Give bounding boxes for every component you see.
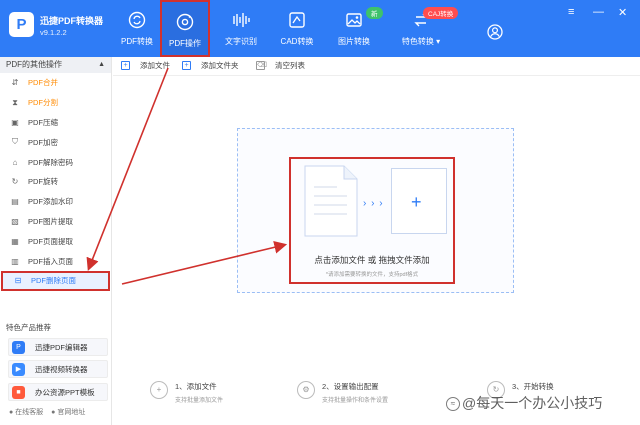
plus-icon: + xyxy=(411,192,422,212)
top-bar: P 迅捷PDF转换器 v9.1.2.2 PDF转换 PDF操作 文字识别 CAD… xyxy=(0,0,640,57)
nav-pdf-convert[interactable]: PDF转换 xyxy=(112,0,162,57)
sidebar-item-page-extract[interactable]: ▦ PDF页面提取 xyxy=(0,231,111,251)
compress-icon: ▣ xyxy=(11,117,19,127)
nav-label: PDF操作 xyxy=(169,39,201,48)
sidebar-item-insert-page[interactable]: ▥ PDF插入页面 xyxy=(0,251,111,271)
sidebar-item-image-extract[interactable]: ▧ PDF图片提取 xyxy=(0,212,111,232)
watermark: ≈ @每天一个办公小技巧 xyxy=(446,393,602,413)
menu-icon[interactable]: ≡ xyxy=(568,6,574,18)
app-version: v9.1.2.2 xyxy=(40,28,67,37)
watermark-icon: ▤ xyxy=(11,197,19,207)
recommend-pdf-editor[interactable]: P 迅捷PDF编辑器 xyxy=(8,338,108,356)
step-2: ⚙ 2、设置输出配置 支持批量操作和条件设置 xyxy=(297,381,388,404)
chevron-up-icon[interactable]: ▲ xyxy=(98,57,105,73)
gear-circle-icon xyxy=(176,13,194,31)
unlock-icon: ⌂ xyxy=(12,157,18,167)
sidebar-item-merge[interactable]: ⇵ PDF合并 xyxy=(0,73,111,93)
caj-badge[interactable]: CAJ转换 xyxy=(423,7,459,19)
recommend-ppt-template[interactable]: ■ 办公资源PPT模板 xyxy=(8,383,108,401)
add-file-button[interactable]: + 添加文件 xyxy=(121,60,170,71)
step-1: + 1、添加文件 支持批量添加文件 xyxy=(150,381,223,404)
merge-icon: ⇵ xyxy=(11,78,19,88)
sidebar-item-compress[interactable]: ▣ PDF压缩 xyxy=(0,113,111,133)
nav-cad-convert[interactable]: CAD转换 xyxy=(272,0,322,57)
recommend-video-converter[interactable]: ▶ 迅捷视频转换器 xyxy=(8,360,108,378)
drop-tip: *请添加需要转换的文件，支持pdf格式 xyxy=(325,272,419,278)
drop-title: 点击添加文件 或 拖拽文件添加 xyxy=(314,255,430,265)
toolbar: + 添加文件 + 添加文件夹 ⌫ 清空列表 xyxy=(113,57,640,76)
nav-label: 特色转换 ▾ xyxy=(401,37,441,46)
nav-label: 文字识别 xyxy=(225,37,257,46)
settings-step-icon: ⚙ xyxy=(297,381,315,399)
sidebar-header[interactable]: PDF的其他操作 ▲ xyxy=(0,57,111,73)
nav-pdf-operate[interactable]: PDF操作 xyxy=(160,0,210,57)
rotate-icon: ↻ xyxy=(11,177,19,187)
add-folder-button[interactable]: + 添加文件夹 xyxy=(182,60,239,71)
sidebar-item-split[interactable]: ⧗ PDF分割 xyxy=(0,93,111,113)
sidebar-item-encrypt[interactable]: ⛉ PDF加密 xyxy=(0,132,111,152)
split-icon: ⧗ xyxy=(12,97,18,107)
user-avatar-icon[interactable] xyxy=(487,24,503,40)
app-name: 迅捷PDF转换器 xyxy=(40,16,104,26)
sidebar-item-watermark[interactable]: ▤ PDF添加水印 xyxy=(0,192,111,212)
add-file-step-icon: + xyxy=(150,381,168,399)
nav-label: 图片转换 xyxy=(338,37,370,46)
chevrons-right-icon: › › › xyxy=(363,198,384,209)
watermark-logo-icon: ≈ xyxy=(446,397,460,412)
sidebar: PDF的其他操作 ▲ ⇵ PDF合并 ⧗ PDF分割 ▣ PDF压缩 ⛉ PDF加密 ⌂… xyxy=(0,57,112,425)
ocr-wave-icon xyxy=(233,13,250,27)
online-service-link[interactable]: ● 在线客服 xyxy=(9,409,43,416)
close-icon[interactable]: ✕ xyxy=(618,6,627,19)
add-file-box[interactable]: + xyxy=(391,168,447,234)
clear-list-button[interactable]: ⌫ 清空列表 xyxy=(256,60,305,71)
ppt-template-icon: ■ xyxy=(12,385,25,399)
footer-links: ● 在线客服 ● 官网地址 xyxy=(9,407,91,417)
pdf-editor-icon: P xyxy=(12,340,25,354)
nav-label: PDF转换 xyxy=(121,37,153,46)
sidebar-item-rotate[interactable]: ↻ PDF旋转 xyxy=(0,172,111,192)
delete-page-icon: ⊟ xyxy=(14,276,22,286)
video-converter-icon: ▶ xyxy=(12,362,25,376)
sidebar-item-unlock[interactable]: ⌂ PDF解除密码 xyxy=(0,152,111,172)
image-extract-icon: ▧ xyxy=(11,216,19,226)
trash-icon: ⌫ xyxy=(256,61,267,70)
new-badge: 新 xyxy=(366,7,383,19)
add-file-icon: + xyxy=(121,61,130,70)
app-logo: P xyxy=(9,12,34,37)
nav-ocr[interactable]: 文字识别 xyxy=(216,0,266,57)
insert-page-icon: ▥ xyxy=(11,256,19,266)
chevron-down-icon: ▾ xyxy=(436,37,441,46)
nav-label: CAD转换 xyxy=(280,37,314,46)
cad-icon xyxy=(289,12,305,28)
refresh-circle-icon xyxy=(128,11,146,29)
image-icon xyxy=(346,13,362,27)
sidebar-item-delete-page[interactable]: ⊟ PDF删除页面 xyxy=(1,270,110,291)
document-icon xyxy=(304,165,358,237)
lock-icon: ⛉ xyxy=(12,137,18,147)
minimize-icon[interactable]: — xyxy=(593,6,604,18)
website-link[interactable]: ● 官网地址 xyxy=(51,409,85,416)
recommend-header: 特色产品推荐 xyxy=(6,323,51,332)
add-folder-icon: + xyxy=(182,61,191,70)
page-extract-icon: ▦ xyxy=(11,236,19,246)
